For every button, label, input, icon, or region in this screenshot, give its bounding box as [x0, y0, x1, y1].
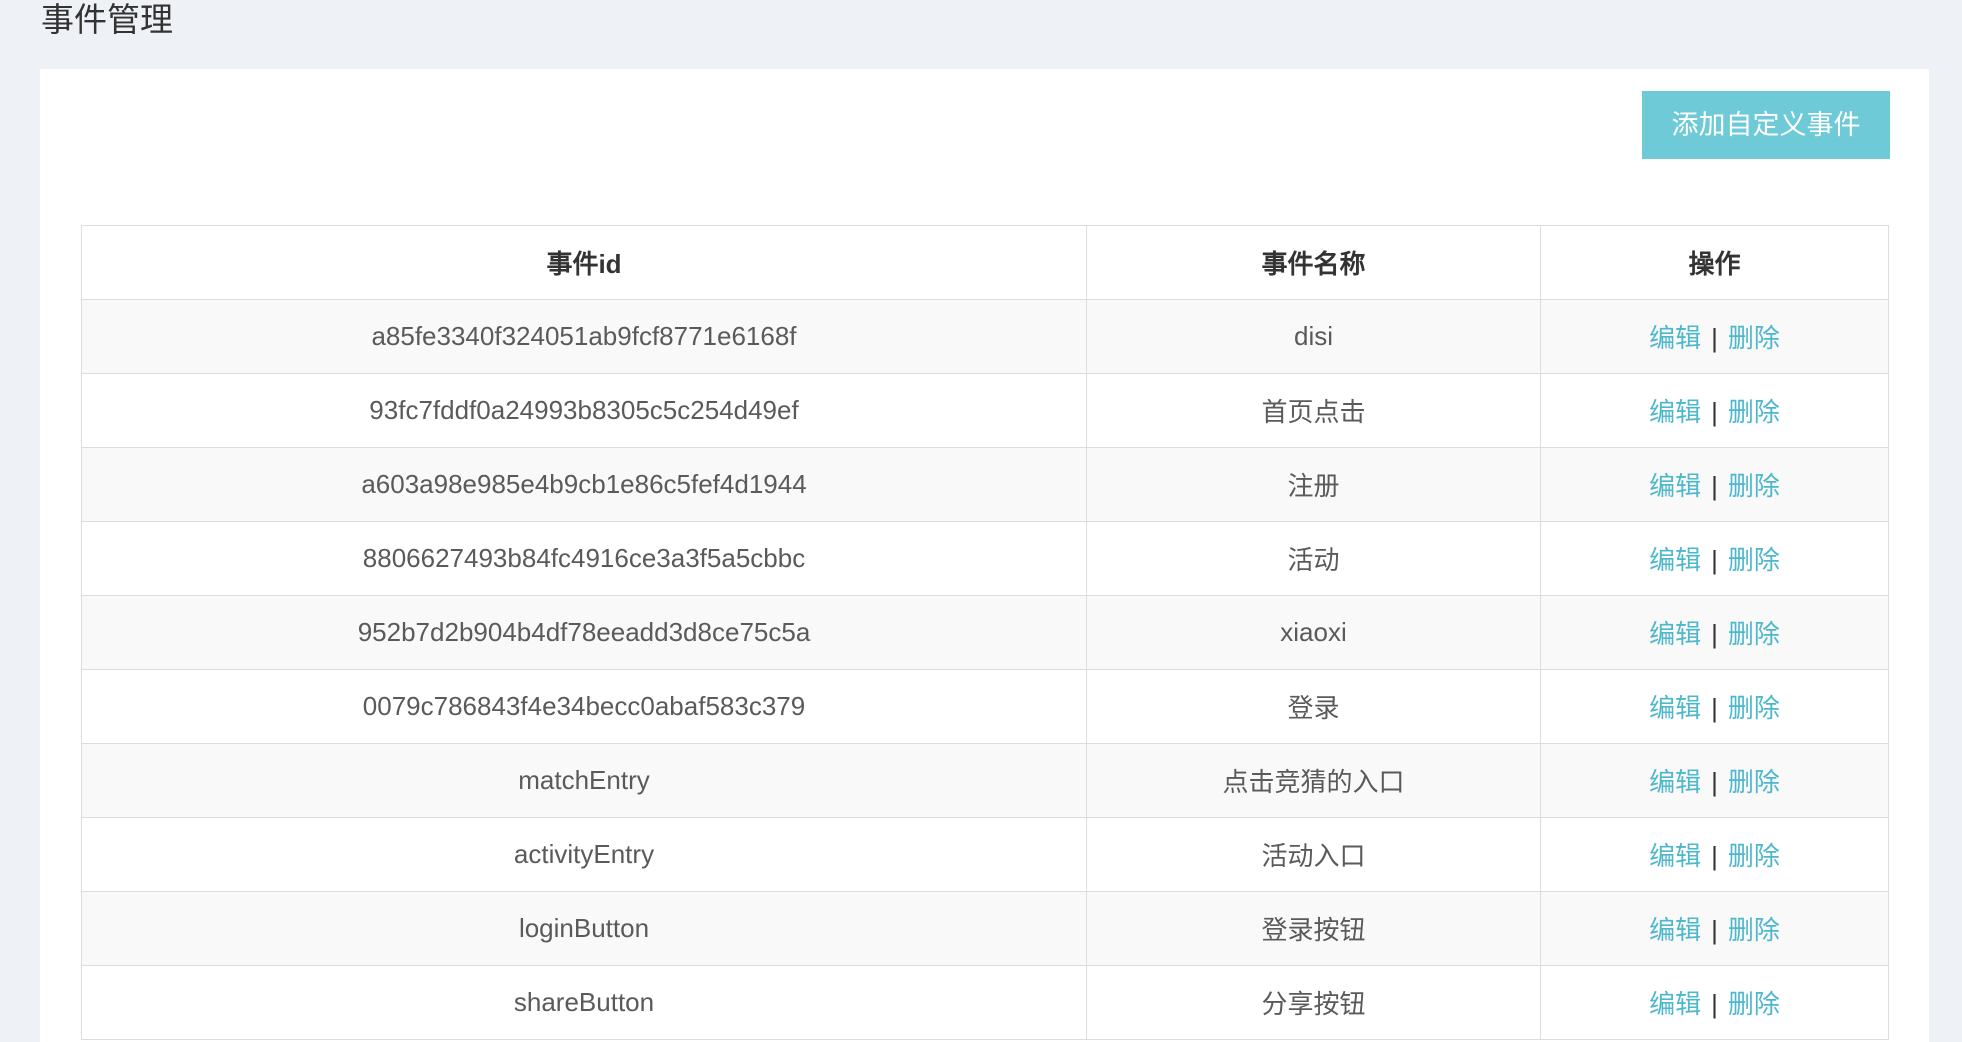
event-id-cell: a85fe3340f324051ab9fcf8771e6168f — [81, 299, 1087, 374]
event-id-cell: activityEntry — [81, 817, 1087, 892]
event-name-cell: 活动 — [1086, 521, 1541, 596]
table-row: activityEntry 活动入口 编辑 | 删除 — [81, 817, 1889, 892]
edit-link[interactable]: 编辑 — [1649, 397, 1701, 427]
event-id-cell: 0079c786843f4e34becc0abaf583c379 — [81, 669, 1087, 744]
event-id-cell: 93fc7fddf0a24993b8305c5c254d49ef — [81, 373, 1087, 448]
event-id-cell: loginButton — [81, 891, 1087, 966]
actions-cell: 编辑 | 删除 — [1540, 299, 1889, 374]
table-row: 952b7d2b904b4df78eeadd3d8ce75c5a xiaoxi … — [81, 595, 1889, 670]
actions-cell: 编辑 | 删除 — [1540, 743, 1889, 818]
edit-link[interactable]: 编辑 — [1649, 841, 1701, 871]
event-id-cell: matchEntry — [81, 743, 1087, 818]
content-panel: 添加自定义事件 事件id 事件名称 操作 a85fe3340f324051ab9… — [40, 69, 1929, 1042]
edit-link[interactable]: 编辑 — [1649, 989, 1701, 1019]
edit-link[interactable]: 编辑 — [1649, 915, 1701, 945]
column-header-actions: 操作 — [1540, 225, 1889, 300]
table-row: 93fc7fddf0a24993b8305c5c254d49ef 首页点击 编辑… — [81, 373, 1889, 448]
action-separator: | — [1711, 841, 1718, 871]
event-id-cell: shareButton — [81, 965, 1087, 1040]
actions-cell: 编辑 | 删除 — [1540, 447, 1889, 522]
delete-link[interactable]: 删除 — [1728, 693, 1780, 723]
actions-cell: 编辑 | 删除 — [1540, 817, 1889, 892]
event-name-cell: 登录 — [1086, 669, 1541, 744]
action-separator: | — [1711, 767, 1718, 797]
event-name-cell: 首页点击 — [1086, 373, 1541, 448]
action-separator: | — [1711, 989, 1718, 1019]
delete-link[interactable]: 删除 — [1728, 915, 1780, 945]
edit-link[interactable]: 编辑 — [1649, 323, 1701, 353]
event-name-cell: 点击竞猜的入口 — [1086, 743, 1541, 818]
page-title: 事件管理 — [41, 1, 173, 38]
delete-link[interactable]: 删除 — [1728, 989, 1780, 1019]
event-id-cell: a603a98e985e4b9cb1e86c5fef4d1944 — [81, 447, 1087, 522]
action-separator: | — [1711, 323, 1718, 353]
action-separator: | — [1711, 915, 1718, 945]
edit-link[interactable]: 编辑 — [1649, 545, 1701, 575]
table-row: shareButton 分享按钮 编辑 | 删除 — [81, 965, 1889, 1040]
event-name-cell: 活动入口 — [1086, 817, 1541, 892]
edit-link[interactable]: 编辑 — [1649, 693, 1701, 723]
column-header-event-id: 事件id — [81, 225, 1087, 300]
table-row: 8806627493b84fc4916ce3a3f5a5cbbc 活动 编辑 | 删… — [81, 521, 1889, 596]
event-name-cell: 分享按钮 — [1086, 965, 1541, 1040]
edit-link[interactable]: 编辑 — [1649, 471, 1701, 501]
actions-cell: 编辑 | 删除 — [1540, 891, 1889, 966]
delete-link[interactable]: 删除 — [1728, 767, 1780, 797]
delete-link[interactable]: 删除 — [1728, 841, 1780, 871]
table-row: a603a98e985e4b9cb1e86c5fef4d1944 注册 编辑 | 删… — [81, 447, 1889, 522]
actions-cell: 编辑 | 删除 — [1540, 965, 1889, 1040]
event-table: 事件id 事件名称 操作 a85fe3340f324051ab9fcf8771e… — [81, 225, 1889, 1040]
table-row: 0079c786843f4e34becc0abaf583c379 登录 编辑 | 删… — [81, 669, 1889, 744]
event-name-cell: disi — [1086, 299, 1541, 374]
action-separator: | — [1711, 471, 1718, 501]
event-name-cell: 注册 — [1086, 447, 1541, 522]
actions-cell: 编辑 | 删除 — [1540, 595, 1889, 670]
delete-link[interactable]: 删除 — [1728, 545, 1780, 575]
add-custom-event-button[interactable]: 添加自定义事件 — [1642, 91, 1890, 159]
table-row: loginButton 登录按钮 编辑 | 删除 — [81, 891, 1889, 966]
actions-cell: 编辑 | 删除 — [1540, 669, 1889, 744]
event-id-cell: 8806627493b84fc4916ce3a3f5a5cbbc — [81, 521, 1087, 596]
delete-link[interactable]: 删除 — [1728, 471, 1780, 501]
edit-link[interactable]: 编辑 — [1649, 767, 1701, 797]
action-separator: | — [1711, 693, 1718, 723]
action-separator: | — [1711, 619, 1718, 649]
table-header-row: 事件id 事件名称 操作 — [81, 225, 1889, 300]
action-separator: | — [1711, 545, 1718, 575]
event-name-cell: 登录按钮 — [1086, 891, 1541, 966]
table-row: matchEntry 点击竞猜的入口 编辑 | 删除 — [81, 743, 1889, 818]
table-row: a85fe3340f324051ab9fcf8771e6168f disi 编辑… — [81, 299, 1889, 374]
delete-link[interactable]: 删除 — [1728, 323, 1780, 353]
delete-link[interactable]: 删除 — [1728, 619, 1780, 649]
event-id-cell: 952b7d2b904b4df78eeadd3d8ce75c5a — [81, 595, 1087, 670]
delete-link[interactable]: 删除 — [1728, 397, 1780, 427]
actions-cell: 编辑 | 删除 — [1540, 373, 1889, 448]
actions-cell: 编辑 | 删除 — [1540, 521, 1889, 596]
column-header-event-name: 事件名称 — [1086, 225, 1541, 300]
event-name-cell: xiaoxi — [1086, 595, 1541, 670]
edit-link[interactable]: 编辑 — [1649, 619, 1701, 649]
action-separator: | — [1711, 397, 1718, 427]
